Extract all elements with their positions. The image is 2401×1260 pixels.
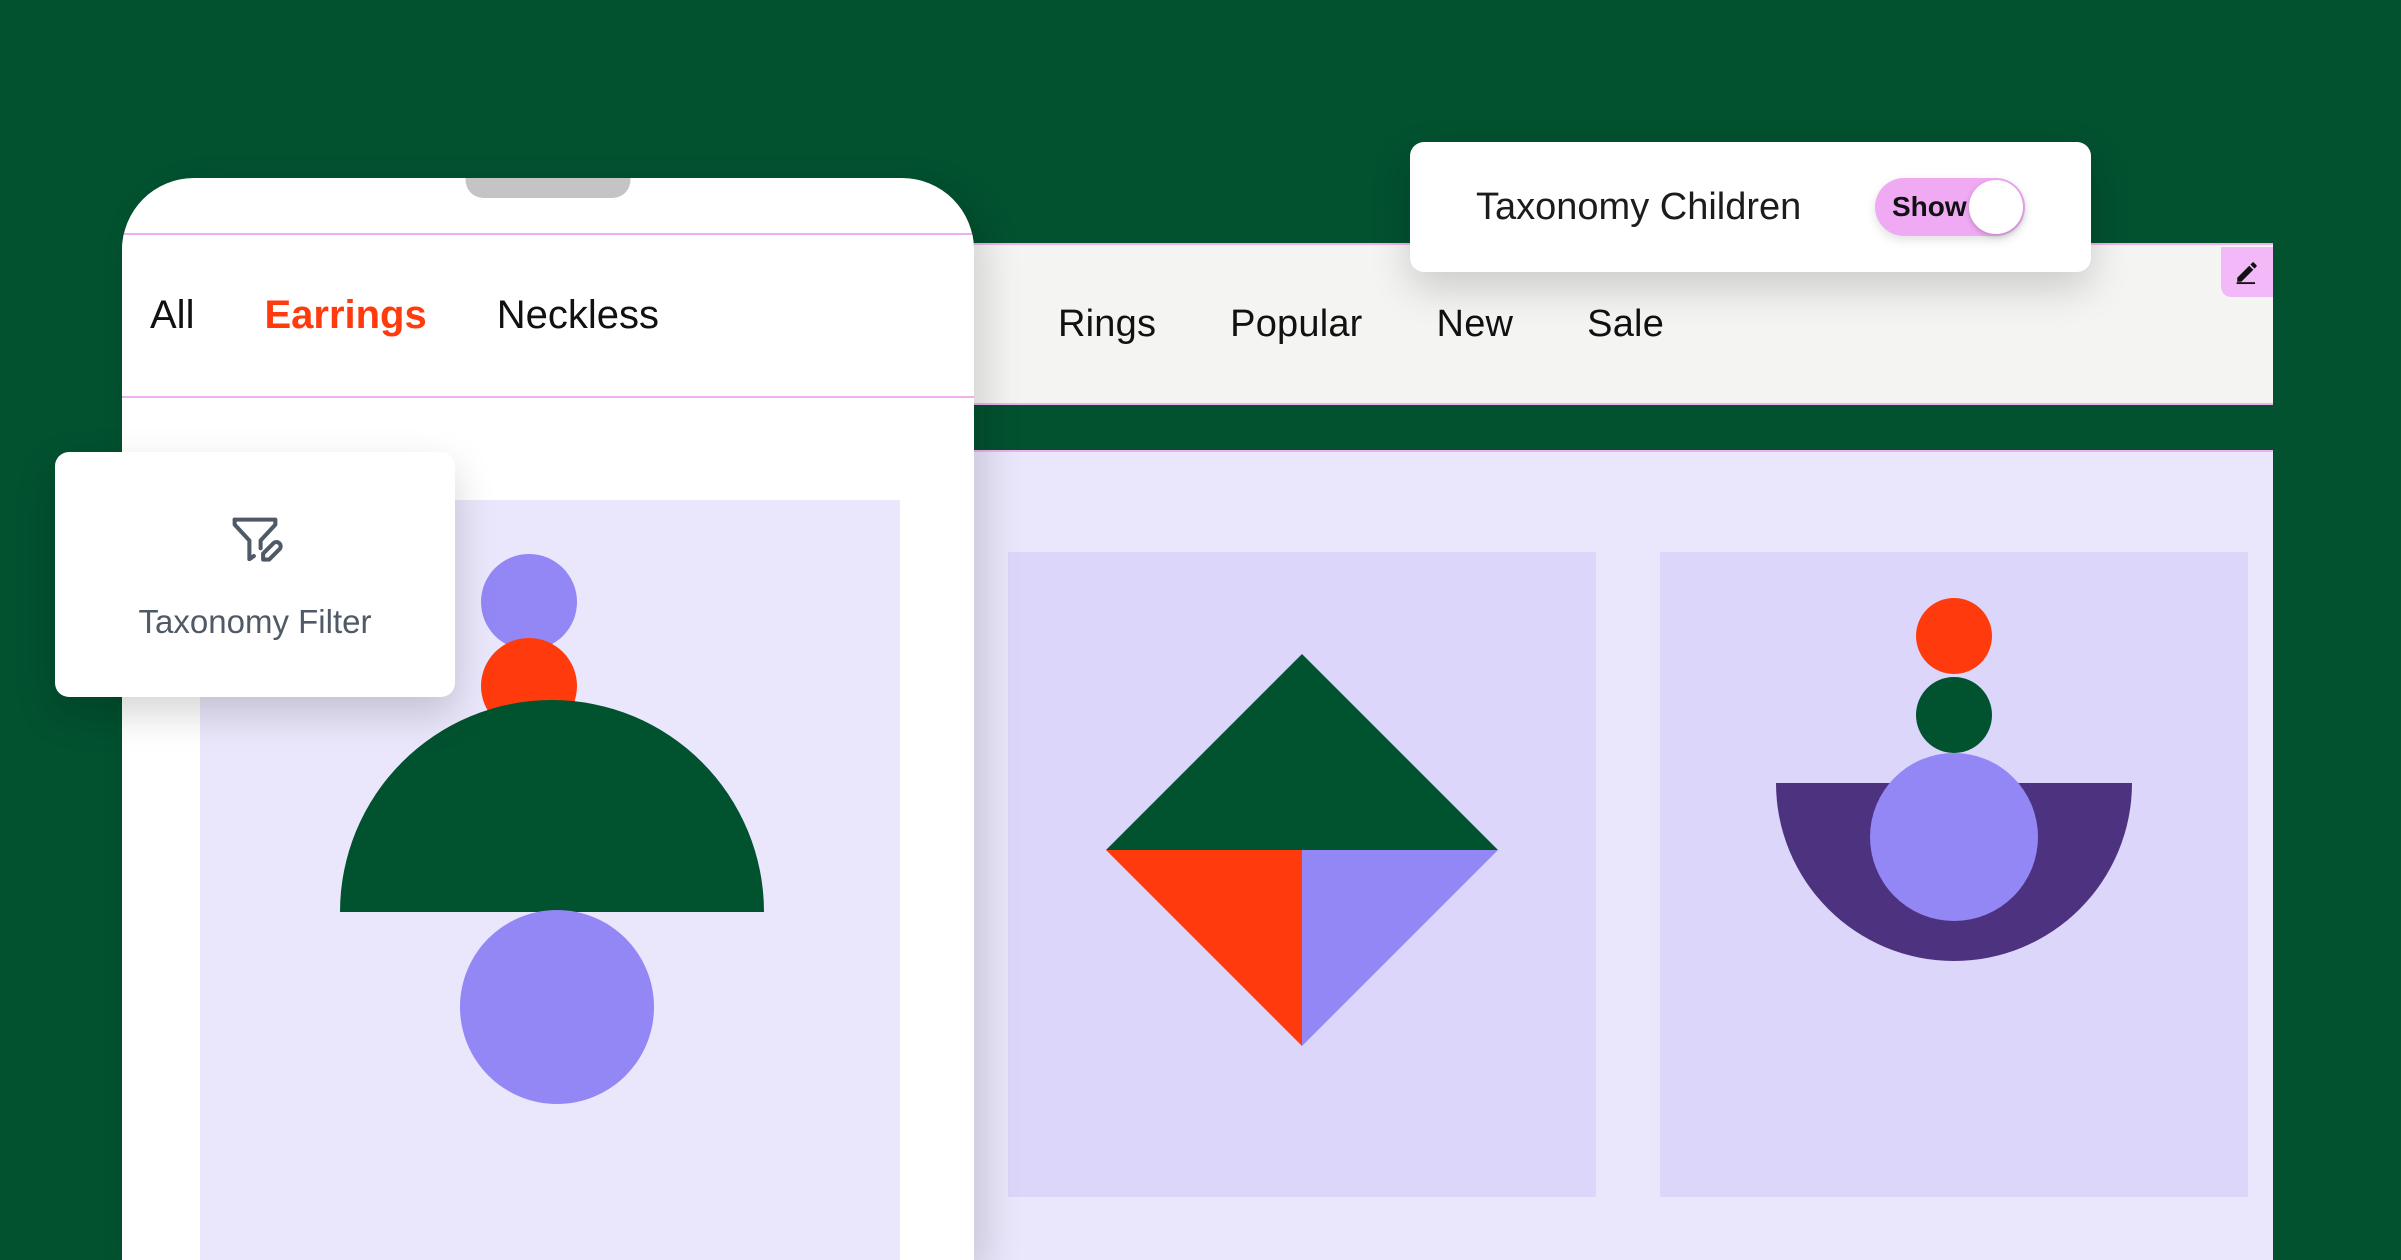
circle-shape-purple-bottom [460,910,654,1104]
phone-mockup: All Earrings Neckless [122,178,974,1260]
browser-tab-rings[interactable]: Rings [1058,303,1156,346]
circle-shape-orange [1916,598,1992,674]
phone-category-tabbar: All Earrings Neckless [122,233,974,398]
dome-shape-green [340,700,764,912]
phone-tab-neckless[interactable]: Neckless [497,293,659,338]
taxonomy-filter-card[interactable]: Taxonomy Filter [55,452,455,697]
circle-shape-purple [1870,753,2038,921]
pencil-icon [2236,262,2257,285]
edit-button[interactable] [2221,247,2273,297]
taxonomy-children-toggle[interactable]: Show [1875,178,2025,236]
browser-product-grid [974,450,2273,1260]
phone-speaker-grille [465,178,631,198]
toggle-knob[interactable] [1969,180,2023,234]
toggle-state-label: Show [1892,191,1967,222]
taxonomy-children-card: Taxonomy Children Show [1410,142,2091,272]
app-canvas: Rings Popular New Sale All Earrings Neck… [0,0,2401,1260]
taxonomy-children-label: Taxonomy Children [1476,185,1802,228]
diamond-composition [1106,654,1498,1046]
circle-shape-purple-top [481,554,577,650]
browser-tab-popular[interactable]: Popular [1230,303,1362,346]
taxonomy-filter-label: Taxonomy Filter [138,603,372,640]
phone-tab-all[interactable]: All [150,293,194,338]
product-card[interactable] [1008,552,1596,1197]
product-card[interactable] [1660,552,2248,1197]
funnel-edit-icon [224,508,286,575]
circle-shape-green [1916,677,1992,753]
phone-tab-earrings[interactable]: Earrings [264,293,426,338]
browser-tab-new[interactable]: New [1437,303,1514,346]
browser-window: Rings Popular New Sale [974,243,2273,1260]
browser-tab-sale[interactable]: Sale [1587,303,1664,346]
